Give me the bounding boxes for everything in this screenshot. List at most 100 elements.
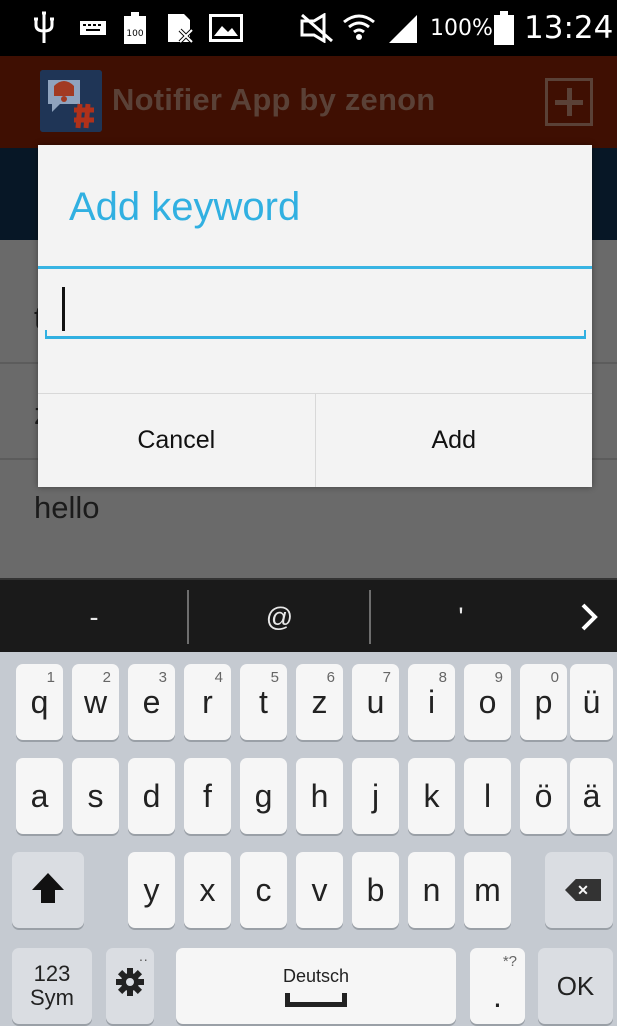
key-l[interactable]: l bbox=[464, 758, 511, 834]
symbols-key[interactable]: 123 Sym bbox=[12, 948, 92, 1024]
suggestion-dash[interactable]: - bbox=[0, 580, 188, 654]
cancel-button[interactable]: Cancel bbox=[38, 394, 315, 487]
suggestion-at[interactable]: @ bbox=[189, 580, 370, 654]
clock: 13:24 bbox=[524, 10, 614, 46]
keyboard: 1q 2w 3e 4r 5t 6z 7u 8i 9o 0p ü a s d f … bbox=[0, 652, 617, 1026]
key-z[interactable]: 6z bbox=[296, 664, 343, 740]
key-label: b bbox=[366, 871, 385, 908]
key-w[interactable]: 2w bbox=[72, 664, 119, 740]
key-hint: 5 bbox=[270, 669, 279, 686]
settings-key[interactable]: ·· bbox=[106, 948, 154, 1024]
key-c[interactable]: c bbox=[240, 852, 287, 928]
mic-hint-icon: ·· bbox=[138, 951, 148, 967]
key-g[interactable]: g bbox=[240, 758, 287, 834]
key-label: p bbox=[534, 683, 553, 720]
backspace-key[interactable]: ✕ bbox=[545, 852, 613, 928]
key-p[interactable]: 0p bbox=[520, 664, 567, 740]
key-label: . bbox=[493, 977, 502, 1014]
key-label: f bbox=[203, 777, 212, 814]
key-hint: 3 bbox=[158, 669, 167, 686]
add-button[interactable]: Add bbox=[314, 394, 593, 487]
input-underline bbox=[45, 330, 586, 339]
key-label: g bbox=[254, 777, 273, 814]
gear-icon bbox=[115, 967, 145, 1005]
key-hint: 0 bbox=[550, 669, 559, 686]
key-v[interactable]: v bbox=[296, 852, 343, 928]
space-key-language-label: Deutsch bbox=[282, 965, 350, 986]
key-u-umlaut[interactable]: ü bbox=[570, 664, 613, 740]
key-hint: 6 bbox=[326, 669, 335, 686]
key-h[interactable]: h bbox=[296, 758, 343, 834]
key-o[interactable]: 9o bbox=[464, 664, 511, 740]
shift-key[interactable] bbox=[12, 852, 84, 928]
space-bar-icon bbox=[285, 992, 347, 1007]
file-blocked-icon bbox=[166, 10, 196, 46]
period-key[interactable]: *? . bbox=[470, 948, 525, 1024]
symbols-key-bottom-label: Sym bbox=[30, 985, 74, 1010]
signal-icon bbox=[386, 10, 420, 46]
key-label: n bbox=[422, 871, 441, 908]
action-bar: Notifier App by zenon bbox=[0, 56, 617, 148]
key-j[interactable]: j bbox=[352, 758, 399, 834]
dialog-title-divider bbox=[38, 266, 592, 269]
key-o-umlaut[interactable]: ö bbox=[520, 758, 567, 834]
key-label: l bbox=[483, 777, 492, 814]
backspace-icon: ✕ bbox=[565, 879, 601, 901]
app-title: Notifier App by zenon bbox=[112, 82, 436, 117]
add-keyword-dialog: Add keyword Cancel Add bbox=[38, 145, 592, 487]
key-hint: 4 bbox=[214, 669, 223, 686]
app-logo-icon bbox=[40, 70, 102, 132]
key-label: i bbox=[427, 683, 436, 720]
key-label: a bbox=[30, 777, 49, 814]
key-e[interactable]: 3e bbox=[128, 664, 175, 740]
key-i[interactable]: 8i bbox=[408, 664, 455, 740]
key-r[interactable]: 4r bbox=[184, 664, 231, 740]
key-label: q bbox=[30, 683, 49, 720]
status-bar: 100 100% 13:24 bbox=[0, 0, 617, 56]
key-label: h bbox=[310, 777, 329, 814]
key-label: ö bbox=[534, 777, 553, 814]
suggestion-next-chevron-icon[interactable] bbox=[560, 580, 617, 654]
key-a-umlaut[interactable]: ä bbox=[570, 758, 613, 834]
usb-icon bbox=[30, 10, 58, 46]
key-label: x bbox=[199, 871, 216, 908]
key-a[interactable]: a bbox=[16, 758, 63, 834]
key-label: y bbox=[143, 871, 160, 908]
key-m[interactable]: m bbox=[464, 852, 511, 928]
battery-percent: 100% bbox=[430, 15, 493, 41]
key-d[interactable]: d bbox=[128, 758, 175, 834]
key-hint: 1 bbox=[46, 669, 55, 686]
list-item-text: hello bbox=[34, 490, 100, 525]
key-label: v bbox=[311, 871, 328, 908]
svg-text:100: 100 bbox=[126, 29, 143, 39]
ok-key[interactable]: OK bbox=[538, 948, 613, 1024]
key-hint: 8 bbox=[438, 669, 447, 686]
key-q[interactable]: 1q bbox=[16, 664, 63, 740]
key-label: w bbox=[83, 683, 108, 720]
key-t[interactable]: 5t bbox=[240, 664, 287, 740]
key-label: d bbox=[142, 777, 161, 814]
dialog-title: Add keyword bbox=[69, 185, 301, 229]
text-cursor bbox=[62, 287, 65, 331]
key-b[interactable]: b bbox=[352, 852, 399, 928]
add-keyword-button[interactable] bbox=[545, 78, 593, 126]
key-hint: 2 bbox=[102, 669, 111, 686]
keyword-input[interactable] bbox=[46, 283, 586, 341]
key-x[interactable]: x bbox=[184, 852, 231, 928]
suggestion-apostrophe[interactable]: ' bbox=[371, 580, 551, 654]
key-hint: *? bbox=[502, 953, 517, 970]
key-label: s bbox=[87, 777, 104, 814]
key-label: j bbox=[371, 777, 380, 814]
key-k[interactable]: k bbox=[408, 758, 455, 834]
key-label: m bbox=[474, 871, 501, 908]
key-label: r bbox=[202, 683, 213, 720]
key-f[interactable]: f bbox=[184, 758, 231, 834]
key-label: ä bbox=[582, 777, 601, 814]
key-label: z bbox=[311, 683, 328, 720]
battery-icon bbox=[494, 10, 514, 46]
space-key[interactable]: Deutsch bbox=[176, 948, 456, 1024]
key-u[interactable]: 7u bbox=[352, 664, 399, 740]
key-n[interactable]: n bbox=[408, 852, 455, 928]
key-y[interactable]: y bbox=[128, 852, 175, 928]
key-s[interactable]: s bbox=[72, 758, 119, 834]
